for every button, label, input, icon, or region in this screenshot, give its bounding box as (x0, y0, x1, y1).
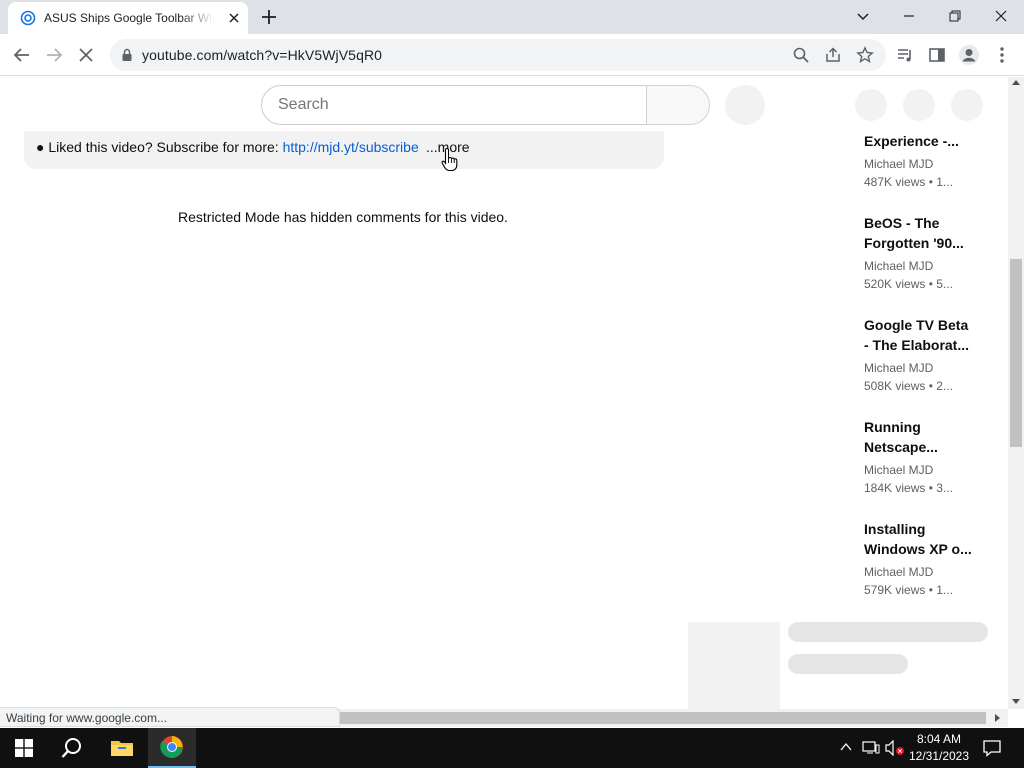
rec-meta: 487K views • 1... (864, 175, 953, 189)
bookmark-star-icon[interactable] (856, 46, 874, 64)
rec-title-line: Installing (864, 521, 926, 537)
clock-date: 12/31/2023 (908, 749, 970, 763)
subscribe-link[interactable]: http://mjd.yt/subscribe (283, 139, 419, 155)
rec-meta: 508K views • 2... (864, 379, 953, 393)
skeleton-thumbnail (688, 622, 780, 709)
rec-title-line: Running (864, 419, 921, 435)
youtube-page: Search ● Liked this video? Subscribe for… (0, 77, 1008, 709)
description-text: ● Liked this video? Subscribe for more: … (36, 139, 419, 155)
description-prefix: ● Liked this video? Subscribe for more: (36, 139, 283, 155)
clock-time: 8:04 AM (916, 732, 962, 746)
rec-meta: 520K views • 5... (864, 277, 953, 291)
browser-tab-active[interactable]: ASUS Ships Google Toolbar With... (8, 2, 248, 34)
video-description[interactable]: ● Liked this video? Subscribe for more: … (24, 131, 664, 169)
rec-channel[interactable]: Michael MJD (864, 461, 974, 479)
windows-start-icon[interactable] (0, 728, 48, 768)
rec-meta: 579K views • 1... (864, 583, 953, 597)
youtube-search-input[interactable]: Search (261, 85, 647, 125)
rec-channel[interactable]: Michael MJD (864, 155, 974, 173)
tab-title: ASUS Ships Google Toolbar With... (44, 11, 214, 25)
chrome-taskbar-icon[interactable] (148, 728, 196, 768)
scroll-up-arrow-icon[interactable] (1012, 79, 1020, 85)
header-icon-placeholder-1 (855, 89, 887, 121)
rec-title[interactable]: Experience -... (864, 131, 974, 151)
tab-strip: ASUS Ships Google Toolbar With... (0, 0, 1024, 34)
share-icon[interactable] (824, 46, 842, 64)
search-placeholder: Search (278, 96, 329, 113)
taskbar-search-icon[interactable] (48, 728, 96, 768)
rec-title-line: Experience -... (864, 133, 959, 149)
scroll-down-arrow-icon[interactable] (1012, 699, 1020, 705)
status-bubble: Waiting for www.google.com... (0, 707, 340, 727)
network-icon[interactable] (862, 740, 880, 756)
file-explorer-icon[interactable] (98, 728, 146, 768)
rec-channel[interactable]: Michael MJD (864, 359, 974, 377)
skeleton-title-line (788, 622, 988, 642)
back-icon[interactable] (9, 42, 35, 68)
system-clock[interactable]: 8:04 AM 12/31/2023 (904, 731, 974, 765)
recommended-video[interactable]: BeOS - The Forgotten '90... Michael MJD 5… (864, 213, 974, 293)
restricted-mode-message: Restricted Mode has hidden comments for … (178, 209, 508, 225)
header-avatar-placeholder (951, 89, 983, 121)
chevron-up-icon[interactable] (840, 742, 852, 752)
rec-title-line: Google TV Beta (864, 317, 969, 333)
zoom-search-icon[interactable] (792, 46, 810, 64)
rec-channel[interactable]: Michael MJD (864, 257, 974, 275)
lock-icon[interactable] (120, 48, 134, 62)
profile-avatar-icon[interactable] (956, 42, 982, 68)
skeleton-meta-line (788, 654, 908, 674)
rec-title-line: Forgotten '90... (864, 235, 964, 251)
close-window-icon[interactable] (978, 0, 1024, 32)
windows-taskbar: 8:04 AM 12/31/2023 (0, 728, 1024, 768)
restore-icon[interactable] (932, 0, 978, 32)
media-queue-icon[interactable] (892, 42, 918, 68)
tab-search-icon[interactable] (840, 0, 886, 32)
recommended-video[interactable]: Installing Windows XP o... Michael MJD 57… (864, 519, 974, 599)
stop-loading-icon[interactable] (73, 42, 99, 68)
rec-title-line: Windows XP o... (864, 541, 972, 557)
rec-title[interactable]: Google TV Beta - The Elaborat... (864, 315, 974, 355)
scroll-right-arrow-icon[interactable] (995, 714, 1001, 722)
header-icon-placeholder-2 (903, 89, 935, 121)
address-bar[interactable]: youtube.com/watch?v=HkV5WjV5qR0 (110, 39, 886, 71)
vertical-scrollbar[interactable] (1008, 77, 1024, 709)
rec-title[interactable]: Running Netscape... (864, 417, 974, 457)
rec-title[interactable]: Installing Windows XP o... (864, 519, 974, 559)
minimize-icon[interactable] (886, 0, 932, 32)
recommended-video[interactable]: Running Netscape... Michael MJD 184K view… (864, 417, 974, 497)
rec-title-line: BeOS - The (864, 215, 940, 231)
close-tab-icon[interactable] (226, 10, 242, 26)
hand-pointer-cursor-icon (441, 147, 458, 172)
browser-toolbar: youtube.com/watch?v=HkV5WjV5qR0 (0, 34, 1024, 76)
volume-muted-icon[interactable] (885, 740, 905, 756)
rec-channel[interactable]: Michael MJD (864, 563, 974, 581)
action-center-icon[interactable] (983, 739, 1001, 757)
recommended-video[interactable]: Experience -... Michael MJD 487K views •… (864, 131, 974, 191)
youtube-search-button[interactable] (646, 85, 710, 125)
forward-icon[interactable] (41, 42, 67, 68)
rec-title-line: Netscape... (864, 439, 938, 455)
voice-search-placeholder (725, 85, 765, 125)
url-text[interactable]: youtube.com/watch?v=HkV5WjV5qR0 (142, 47, 382, 63)
new-tab-icon[interactable] (259, 7, 279, 27)
recommended-video[interactable]: Google TV Beta - The Elaborat... Michael … (864, 315, 974, 395)
side-panel-icon[interactable] (924, 42, 950, 68)
vertical-scroll-thumb[interactable] (1010, 259, 1022, 447)
rec-meta: 184K views • 3... (864, 481, 953, 495)
horizontal-scroll-thumb[interactable] (340, 712, 986, 724)
loading-favicon-icon (20, 10, 36, 26)
rec-title[interactable]: BeOS - The Forgotten '90... (864, 213, 974, 253)
rec-title-line: - The Elaborat... (864, 337, 970, 353)
chrome-menu-icon[interactable] (989, 42, 1015, 68)
